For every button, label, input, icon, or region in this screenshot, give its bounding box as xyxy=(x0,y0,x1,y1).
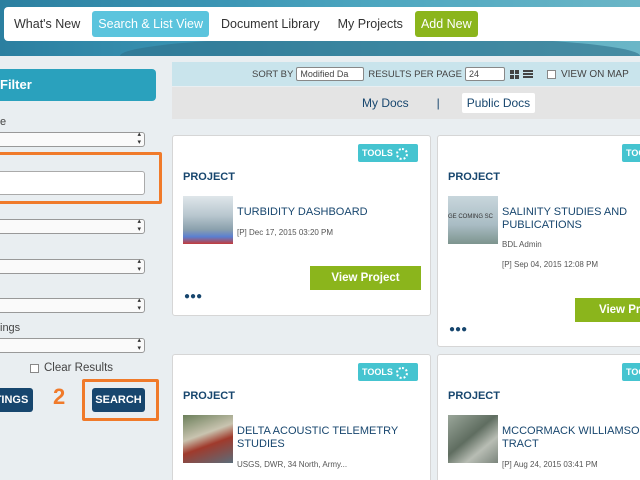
checkbox-icon[interactable] xyxy=(30,363,39,373)
tab-my-docs[interactable]: My Docs xyxy=(362,96,409,110)
project-card: TOOLS PROJECT DELTA ACOUSTIC TELEMETRY S… xyxy=(172,354,431,480)
clear-results-label: Clear Results xyxy=(44,362,114,374)
filter-title: Filter xyxy=(0,77,32,92)
tools-button[interactable]: TOOLS xyxy=(358,144,418,162)
project-thumbnail[interactable]: GE COMING SC xyxy=(448,196,498,244)
filter-select-3[interactable] xyxy=(0,258,145,274)
results-per-page-value: 24 xyxy=(468,69,479,79)
project-owner: USGS, DWR, 34 North, Army... xyxy=(237,460,348,469)
view-on-map-checkbox[interactable] xyxy=(546,69,556,79)
project-title[interactable]: TURBIDITY DASHBOARD xyxy=(237,206,430,219)
project-title[interactable]: SALINITY STUDIES AND PUBLICATIONS xyxy=(502,206,640,232)
docs-subbar: My Docs | Public Docs xyxy=(172,87,640,119)
filter-select-2[interactable] xyxy=(0,218,145,234)
tools-button[interactable]: TOO xyxy=(622,363,640,381)
filter-select-4[interactable] xyxy=(0,297,145,313)
tools-label: TOO xyxy=(626,148,640,158)
grid-view-icon[interactable] xyxy=(509,69,519,79)
project-card: TOO PROJECT MCCORMACK WILLIAMSO TRACT [P… xyxy=(437,354,640,480)
gear-icon xyxy=(395,366,408,379)
tools-label: TOOLS xyxy=(362,148,393,158)
nav-document-library[interactable]: Document Library xyxy=(215,11,326,37)
tools-button[interactable]: TOO xyxy=(622,144,640,162)
sort-by-select[interactable]: Modified Da xyxy=(296,67,365,81)
annotation-step-number: 2 xyxy=(53,384,66,409)
annotation-highlight-input xyxy=(0,152,162,204)
project-date: [P] Sep 04, 2015 12:08 PM xyxy=(502,260,599,269)
results-per-page-select[interactable]: 24 xyxy=(464,67,505,81)
list-view-icon[interactable] xyxy=(522,70,533,78)
tab-public-docs[interactable]: Public Docs xyxy=(461,93,536,113)
clear-results-checkbox[interactable]: Clear Results xyxy=(30,362,113,374)
settings-button[interactable]: TINGS xyxy=(0,388,33,412)
project-thumbnail[interactable] xyxy=(183,415,233,463)
tools-label: TOO xyxy=(626,367,640,377)
card-type: PROJECT xyxy=(183,390,235,402)
tab-separator: | xyxy=(436,96,440,110)
filter-select-5[interactable] xyxy=(0,337,145,353)
project-thumbnail[interactable] xyxy=(183,196,233,244)
card-type: PROJECT xyxy=(183,171,235,183)
project-date: [P] Dec 17, 2015 03:20 PM xyxy=(237,228,334,237)
filter-label-settings: ings xyxy=(0,322,21,334)
tools-button[interactable]: TOOLS xyxy=(358,363,418,381)
sort-by-value: Modified Da xyxy=(300,69,349,79)
sort-by-label: SORT BY xyxy=(252,68,294,80)
nav-add-new-button[interactable]: Add New xyxy=(414,11,478,37)
annotation-highlight-search xyxy=(82,379,159,421)
main-nav: What's New Search & List View Document L… xyxy=(4,7,640,41)
filter-select-1[interactable] xyxy=(0,131,145,147)
nav-whats-new[interactable]: What's New xyxy=(8,11,86,37)
project-thumbnail[interactable] xyxy=(448,415,498,463)
gear-icon xyxy=(395,147,408,160)
project-title[interactable]: MCCORMACK WILLIAMSO TRACT xyxy=(502,425,640,451)
view-on-map-label: VIEW ON MAP xyxy=(560,68,629,80)
project-owner: BDL Admin xyxy=(502,240,542,249)
project-title[interactable]: DELTA ACOUSTIC TELEMETRY STUDIES xyxy=(237,425,417,451)
view-project-button[interactable]: View Pr xyxy=(575,298,640,322)
nav-my-projects[interactable]: My Projects xyxy=(332,11,409,37)
card-type: PROJECT xyxy=(448,171,500,183)
people-icon: ●●● xyxy=(184,291,203,302)
view-project-button[interactable]: View Project xyxy=(310,266,421,290)
tools-label: TOOLS xyxy=(362,367,393,377)
card-type: PROJECT xyxy=(448,390,500,402)
project-date: [P] Aug 24, 2015 03:41 PM xyxy=(502,460,598,469)
project-card: TOO PROJECT GE COMING SC SALINITY STUDIE… xyxy=(437,135,640,347)
nav-search-list-view[interactable]: Search & List View xyxy=(92,11,209,37)
results-per-page-label: RESULTS PER PAGE xyxy=(368,68,462,80)
people-icon: ●●● xyxy=(449,324,468,335)
filter-header[interactable]: Filter xyxy=(0,69,156,101)
filter-label-type: e xyxy=(0,116,7,128)
results-toolbar: SORT BY Modified Da RESULTS PER PAGE 24 … xyxy=(172,62,640,86)
thumbnail-text: GE COMING SC xyxy=(448,214,494,220)
project-card: TOOLS PROJECT TURBIDITY DASHBOARD [P] De… xyxy=(172,135,431,316)
